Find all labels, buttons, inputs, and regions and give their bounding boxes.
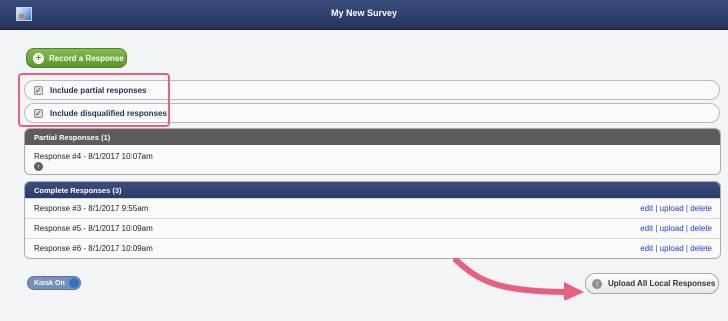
upload-icon: ↑ — [592, 278, 602, 289]
include-disqualified-checkbox[interactable]: ✓ — [34, 108, 43, 118]
response-actions: edit | upload | delete — [640, 244, 712, 253]
upload-all-label: Upload All Local Responses — [608, 279, 716, 288]
response-label: Response #3 - 8/1/2017 9:55am — [34, 204, 149, 213]
delete-link[interactable]: delete — [690, 244, 712, 253]
edit-link[interactable]: edit — [640, 244, 653, 253]
include-disqualified-label: Include disqualified responses — [50, 108, 167, 118]
kiosk-toggle[interactable]: Kiosk On — [27, 276, 81, 290]
chevron-right-icon[interactable]: › — [34, 162, 43, 171]
upload-link[interactable]: upload — [660, 244, 684, 253]
record-response-button[interactable]: + Record a Response — [26, 48, 127, 68]
edit-link[interactable]: edit — [640, 224, 653, 233]
partial-responses-panel: Partial Responses (1) Response #4 - 8/1/… — [24, 128, 721, 175]
record-response-label: Record a Response — [49, 53, 124, 63]
response-actions: edit | upload | delete — [640, 224, 712, 233]
window-title: My New Survey — [330, 8, 398, 18]
upload-link[interactable]: upload — [660, 204, 684, 213]
response-row: Response #6 - 8/1/2017 10:09am edit | up… — [25, 238, 720, 258]
partial-responses-header: Partial Responses (1) — [25, 129, 720, 145]
include-partial-label: Include partial responses — [50, 85, 147, 95]
include-partial-option[interactable]: ✓ Include partial responses — [24, 80, 720, 100]
kiosk-toggle-label: Kiosk On — [34, 279, 65, 287]
partial-response-item[interactable]: Response #4 - 8/1/2017 10:07am › — [25, 145, 720, 174]
complete-responses-panel: Complete Responses (3) Response #3 - 8/1… — [24, 181, 721, 259]
annotation-arrow — [453, 258, 584, 300]
toggle-knob — [69, 278, 79, 288]
upload-link[interactable]: upload — [660, 224, 684, 233]
response-label: Response #5 - 8/1/2017 10:09am — [34, 224, 153, 233]
response-row: Response #5 - 8/1/2017 10:09am edit | up… — [25, 218, 720, 238]
plus-icon: + — [33, 52, 44, 64]
delete-link[interactable]: delete — [690, 224, 712, 233]
include-partial-checkbox[interactable]: ✓ — [34, 85, 43, 95]
edit-link[interactable]: edit — [640, 204, 653, 213]
complete-responses-header: Complete Responses (3) — [25, 182, 720, 198]
title-bar: My New Survey — [0, 0, 728, 30]
include-disqualified-option[interactable]: ✓ Include disqualified responses — [24, 103, 720, 123]
response-label: Response #6 - 8/1/2017 10:09am — [34, 244, 153, 253]
response-actions: edit | upload | delete — [640, 204, 712, 213]
delete-link[interactable]: delete — [690, 204, 712, 213]
response-row: Response #3 - 8/1/2017 9:55am edit | upl… — [25, 198, 720, 218]
upload-all-button[interactable]: ↑ Upload All Local Responses — [585, 273, 719, 294]
partial-response-label: Response #4 - 8/1/2017 10:07am — [34, 152, 153, 161]
